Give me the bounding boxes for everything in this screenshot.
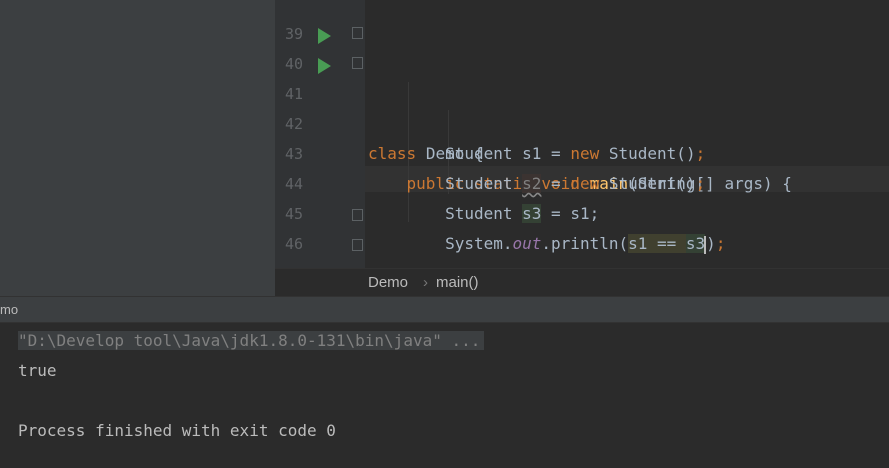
code-line-40: 40 class Demo { [275,19,889,163]
code-line-44: 44 Student s3 = s1; [275,139,889,223]
code-line-46: 46 } [275,199,889,253]
code-line-43: 43 Student s2 = new Student(); [275,109,889,193]
code-line-45: 45 System.out.println(s1 == s3); [275,169,889,254]
project-panel [0,0,275,296]
console-exit-line: Process finished with exit code 0 [18,421,336,440]
console-output[interactable]: "D:\Develop tool\Java\jdk1.8.0-131\bin\j… [0,323,889,468]
code-line-47: 47 } [275,229,889,268]
command[interactable]: "D:\Develop tool\Java\jdk1.8.0-131\bin\j… [18,331,485,350]
code-line-39: 39 [275,0,889,43]
breadcrumb-separator: › [423,274,428,291]
fold-end-icon[interactable] [352,239,363,251]
breadcrumb-method[interactable]: main() [436,274,479,291]
fold-icon[interactable] [352,27,363,39]
code-line-48: 48 [275,259,889,268]
console-output-line: true [18,361,57,380]
breadcrumb: Demo › main() [275,268,889,297]
run-main-icon[interactable] [318,58,331,74]
code-line-41: 41 public static void main(String[] args… [275,49,889,193]
run-class-icon[interactable] [318,28,331,44]
fold-end-icon[interactable] [352,209,363,221]
console-command-line: "D:\Develop tool\Java\jdk1.8.0-131\bin\j… [18,326,485,356]
code-line-42: 42 Student s1 = new Student(); [275,79,889,163]
breadcrumb-class[interactable]: Demo [368,274,408,291]
run-tab-title[interactable]: mo [0,302,18,317]
fold-icon[interactable] [352,57,363,69]
run-tool-window-header: mo [0,296,889,323]
code-editor[interactable]: 39 40 class Demo { 41 public static void… [275,0,889,268]
